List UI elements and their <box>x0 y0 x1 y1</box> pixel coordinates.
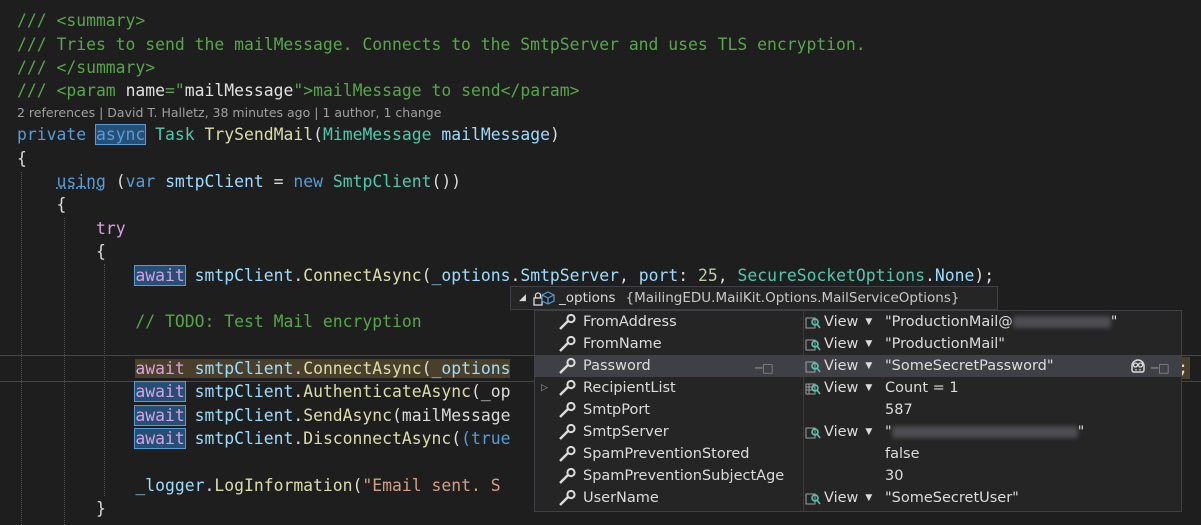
pin-icon[interactable]: ─□ <box>755 357 774 379</box>
wrench-icon <box>558 423 578 440</box>
text-visualizer-button[interactable]: View ▼ <box>805 421 872 443</box>
code-line: _logger.LogInformation("Email sent. S <box>135 476 501 495</box>
code-line: await smtpClient.AuthenticateAsync(_op <box>134 381 511 402</box>
datatip-row-fromname[interactable]: FromName View ▼ "ProductionMail" <box>535 333 1181 355</box>
magnifier-icon <box>805 337 821 351</box>
property-value: "SomeSecretPassword" <box>885 358 1054 374</box>
property-value: Count = 1 <box>885 380 959 396</box>
property-value: "ProductionMail@ " <box>885 314 1118 330</box>
code-line: await smtpClient.ConnectAsync(_options <box>135 359 511 378</box>
text-visualizer-button[interactable]: View ▼ <box>805 487 872 509</box>
wrench-icon <box>558 445 578 462</box>
property-value: false <box>885 446 920 462</box>
magnifier-icon <box>805 491 821 505</box>
code-line: /// <summary> <box>17 11 146 30</box>
property-name: FromName <box>583 336 662 352</box>
code-line: } <box>17 499 106 518</box>
code-line: await smtpClient.SendAsync(mailMessage <box>134 405 511 426</box>
collapse-arrow-icon[interactable]: ◢ <box>519 293 533 303</box>
datatip-row-smtpserver[interactable]: SmtpServer View ▼ " " <box>535 421 1181 443</box>
text-visualizer-button[interactable]: View ▼ <box>805 333 872 355</box>
object-lock-icon <box>533 289 555 307</box>
property-value: 30 <box>885 468 904 484</box>
datatip-header[interactable]: ◢ _options {MailingEDU.MailKit.Options.M… <box>510 286 998 310</box>
wrench-icon <box>558 357 578 374</box>
property-name: Password <box>583 358 651 374</box>
wrench-icon <box>558 335 578 352</box>
redacted-text <box>891 426 1078 438</box>
property-value: 587 <box>885 402 913 418</box>
datatip-body: FromAddress View ▼ "ProductionMail@ " From… <box>534 310 1182 512</box>
property-name: SpamPreventionSubjectAge <box>583 468 785 484</box>
copilot-icon[interactable] <box>1129 357 1147 375</box>
property-value: "SomeSecretUser" <box>885 490 1019 506</box>
property-name: FromAddress <box>583 314 677 330</box>
code-line: /// </summary> <box>17 58 156 77</box>
property-value: " " <box>885 424 1085 440</box>
wrench-icon <box>558 401 578 418</box>
chevron-down-icon[interactable]: ▼ <box>865 377 872 399</box>
datatip-row-fromaddress[interactable]: FromAddress View ▼ "ProductionMail@ " <box>535 311 1181 333</box>
wrench-icon <box>558 313 578 330</box>
code-line: await smtpClient.ConnectAsync(_options.S… <box>134 265 995 286</box>
wrench-icon <box>558 467 578 484</box>
chevron-down-icon[interactable]: ▼ <box>865 421 872 443</box>
text-visualizer-button[interactable]: View ▼ <box>805 355 872 377</box>
table-magnifier-icon <box>805 381 821 395</box>
text-visualizer-button[interactable]: View ▼ <box>805 311 872 333</box>
chevron-down-icon[interactable]: ▼ <box>865 355 872 377</box>
magnifier-icon <box>805 315 821 329</box>
table-visualizer-button[interactable]: View ▼ <box>805 377 872 399</box>
property-name: SmtpServer <box>583 424 669 440</box>
redacted-text <box>1012 316 1111 328</box>
code-line: /// Tries to send the mailMessage. Conne… <box>17 35 866 54</box>
datatip-row-spampreventionstored[interactable]: SpamPreventionStored false <box>535 443 1181 465</box>
magnifier-icon <box>805 359 821 373</box>
code-line: /// <param name="mailMessage">mailMessag… <box>17 81 580 100</box>
code-line: { <box>17 149 27 168</box>
datatip-row-smtpport[interactable]: SmtpPort 587 <box>535 399 1181 421</box>
pin-icon[interactable]: ─□ <box>1151 357 1170 379</box>
codelens[interactable]: 2 references | David T. Halletz, 38 minu… <box>17 105 441 120</box>
code-line: { <box>17 242 106 261</box>
code-line: { <box>17 195 67 214</box>
datatip-row-recipientlist[interactable]: ▷ RecipientList View ▼ Count = 1 <box>535 377 1181 399</box>
property-name: SpamPreventionStored <box>583 446 750 462</box>
code-line: try <box>95 219 126 238</box>
property-name: UserName <box>583 490 659 506</box>
property-value: "ProductionMail" <box>885 336 1005 352</box>
chevron-down-icon[interactable]: ▼ <box>865 487 872 509</box>
datatip-row-spampreventionsubjectage[interactable]: SpamPreventionSubjectAge 30 <box>535 465 1181 487</box>
code-line: using (var smtpClient = new SmtpClient()… <box>56 172 462 191</box>
datatip-row-password[interactable]: Password ─□ View ▼ "SomeSecretPassword" ─… <box>535 355 1181 377</box>
code-line: // TODO: Test Mail encryption <box>135 312 422 331</box>
wrench-icon <box>558 489 578 506</box>
wrench-icon <box>558 379 578 396</box>
chevron-down-icon[interactable]: ▼ <box>865 311 872 333</box>
property-name: RecipientList <box>583 380 676 396</box>
code-line: await smtpClient.DisconnectAsync((true <box>134 428 511 449</box>
datatip-variable-name: _options <box>559 290 616 306</box>
datatip-row-username[interactable]: UserName View ▼ "SomeSecretUser" <box>535 487 1181 509</box>
magnifier-icon <box>805 425 821 439</box>
code-line: private async Task TrySendMail(MimeMessa… <box>17 124 560 145</box>
datatip-type-name: {MailingEDU.MailKit.Options.MailServiceO… <box>625 290 960 306</box>
expand-arrow-icon[interactable]: ▷ <box>541 377 548 399</box>
property-name: SmtpPort <box>583 402 650 418</box>
chevron-down-icon[interactable]: ▼ <box>865 333 872 355</box>
